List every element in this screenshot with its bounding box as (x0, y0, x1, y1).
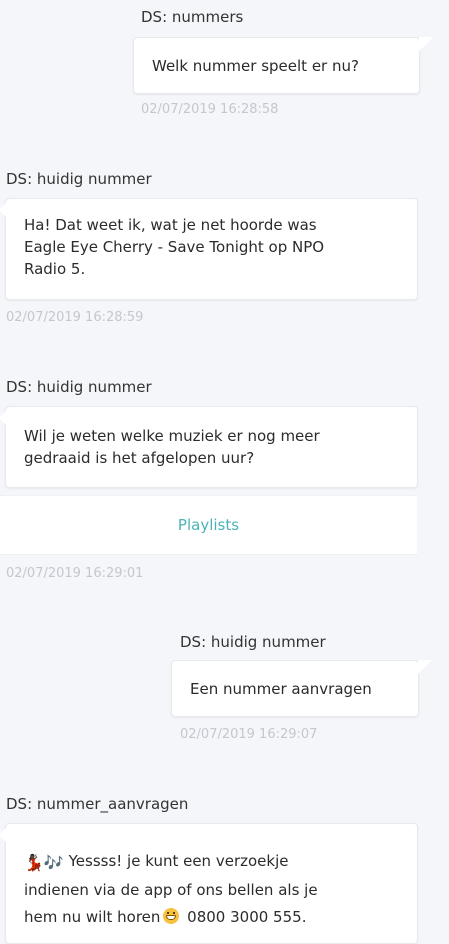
message-text: Welk nummer speelt er nu? (152, 57, 359, 75)
message-text: Wil je weten welke muziek er nog meer ge… (24, 427, 320, 467)
message-sender: DS: huidig nummer (180, 633, 326, 651)
message-sender: DS: huidig nummer (6, 378, 152, 396)
message-bubble-outgoing: Welk nummer speelt er nu? (133, 37, 433, 94)
message-timestamp: 02/07/2019 16:29:07 (180, 727, 318, 742)
message-bubble-incoming: Ha! Dat weet ik, wat je net hoorde was E… (0, 198, 418, 300)
message-sender: DS: huidig nummer (6, 170, 152, 188)
message-text: Een nummer aanvragen (190, 680, 372, 698)
message-sender: DS: nummer_aanvragen (6, 795, 189, 813)
message-sender: DS: nummers (141, 8, 244, 26)
message-bubble-outgoing: Een nummer aanvragen (171, 660, 432, 717)
grin-emoji-icon (163, 908, 180, 924)
message-bubble-incoming: 💃🏿🎶 Yessss! je kunt een verzoekje indien… (0, 823, 418, 944)
message-text: Ha! Dat weet ik, wat je net hoorde was E… (24, 216, 325, 278)
message-timestamp: 02/07/2019 16:28:59 (6, 310, 144, 325)
message-text: 💃🏿🎶 Yessss! je kunt een verzoekje indien… (24, 852, 318, 926)
message-timestamp: 02/07/2019 16:28:58 (141, 102, 279, 117)
message-bubble-incoming: Wil je weten welke muziek er nog meer ge… (0, 406, 418, 488)
quick-reply-playlists-button[interactable]: Playlists (0, 495, 417, 555)
message-timestamp: 02/07/2019 16:29:01 (6, 566, 144, 581)
dancer-music-emoji-icon: 💃🏿🎶 (24, 853, 64, 872)
